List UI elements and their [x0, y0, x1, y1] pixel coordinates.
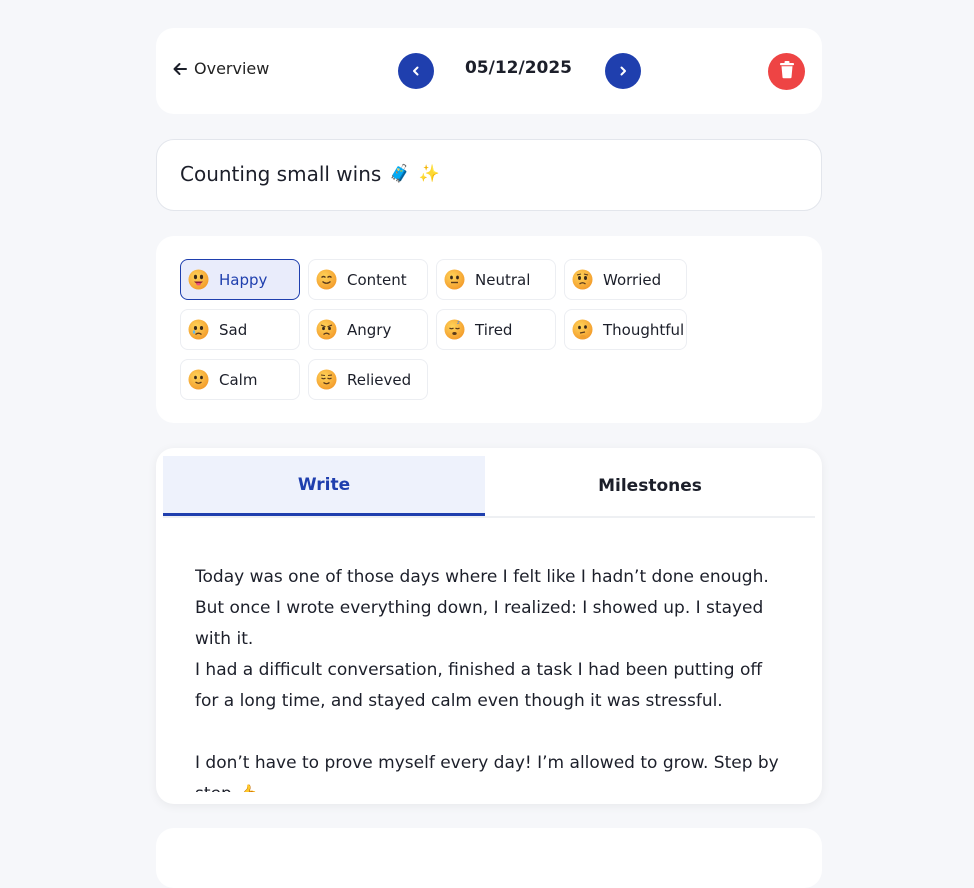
mood-chip-sad[interactable]: Sad	[180, 309, 300, 350]
angry-face-icon	[316, 319, 337, 340]
mood-chip-label: Calm	[219, 370, 258, 389]
editor-tabs: Write Milestones	[163, 456, 815, 518]
journal-text-area[interactable]: Today was one of those days where I felt…	[195, 562, 785, 792]
neutral-face-icon	[444, 269, 465, 290]
journal-editor: Write Milestones Today was one of those …	[156, 448, 822, 804]
entry-header: Overview 05/12/2025	[156, 28, 822, 114]
mood-chip-label: Relieved	[347, 370, 412, 389]
entry-title-field[interactable]: Counting small wins 🧳 ✨	[156, 139, 822, 211]
entry-title-text: Counting small wins	[180, 162, 382, 186]
chevron-right-icon	[617, 62, 629, 81]
thoughtful-face-icon	[572, 319, 593, 340]
arrow-left-icon	[172, 61, 188, 77]
next-day-button[interactable]	[605, 53, 641, 89]
mood-chip-relieved[interactable]: Relieved	[308, 359, 428, 400]
mood-chip-label: Happy	[219, 270, 268, 289]
content-face-icon	[316, 269, 337, 290]
calm-face-icon	[188, 369, 209, 390]
back-to-overview-link[interactable]: Overview	[172, 59, 269, 78]
tab-write[interactable]: Write	[163, 456, 485, 516]
mood-chip-label: Sad	[219, 320, 248, 339]
mood-grid: Happy Content Neutral Worried Sad Angry z Tired…	[180, 259, 687, 400]
relieved-face-icon	[316, 369, 337, 390]
mood-chip-thoughtful[interactable]: Thoughtful	[564, 309, 687, 350]
mood-selector: Happy Content Neutral Worried Sad Angry z Tired…	[156, 236, 822, 423]
mood-chip-angry[interactable]: Angry	[308, 309, 428, 350]
trash-icon	[778, 60, 796, 83]
sparkles-emoji: ✨	[418, 164, 440, 184]
mood-chip-label: Angry	[347, 320, 392, 339]
svg-text:z: z	[457, 320, 460, 326]
mood-chip-worried[interactable]: Worried	[564, 259, 687, 300]
worried-face-icon	[572, 269, 593, 290]
mood-chip-label: Worried	[603, 270, 662, 289]
tired-face-icon: z	[444, 319, 465, 340]
luggage-emoji: 🧳	[389, 164, 411, 184]
mood-chip-label: Tired	[475, 320, 513, 339]
chevron-left-icon	[410, 62, 422, 81]
mood-chip-label: Thoughtful	[603, 320, 685, 339]
mood-chip-label: Neutral	[475, 270, 531, 289]
mood-chip-content[interactable]: Content	[308, 259, 428, 300]
mood-chip-calm[interactable]: Calm	[180, 359, 300, 400]
delete-entry-button[interactable]	[768, 53, 805, 90]
mood-chip-neutral[interactable]: Neutral	[436, 259, 556, 300]
happy-face-icon	[188, 269, 209, 290]
entry-date: 05/12/2025	[464, 58, 573, 78]
mood-chip-label: Content	[347, 270, 407, 289]
mood-chip-tired[interactable]: z Tired	[436, 309, 556, 350]
tab-milestones[interactable]: Milestones	[485, 456, 815, 516]
next-section-card	[156, 828, 822, 888]
sad-face-icon	[188, 319, 209, 340]
previous-day-button[interactable]	[398, 53, 434, 89]
back-link-label: Overview	[194, 59, 270, 78]
entry-title: Counting small wins 🧳 ✨	[180, 162, 440, 186]
mood-chip-happy[interactable]: Happy	[180, 259, 300, 300]
